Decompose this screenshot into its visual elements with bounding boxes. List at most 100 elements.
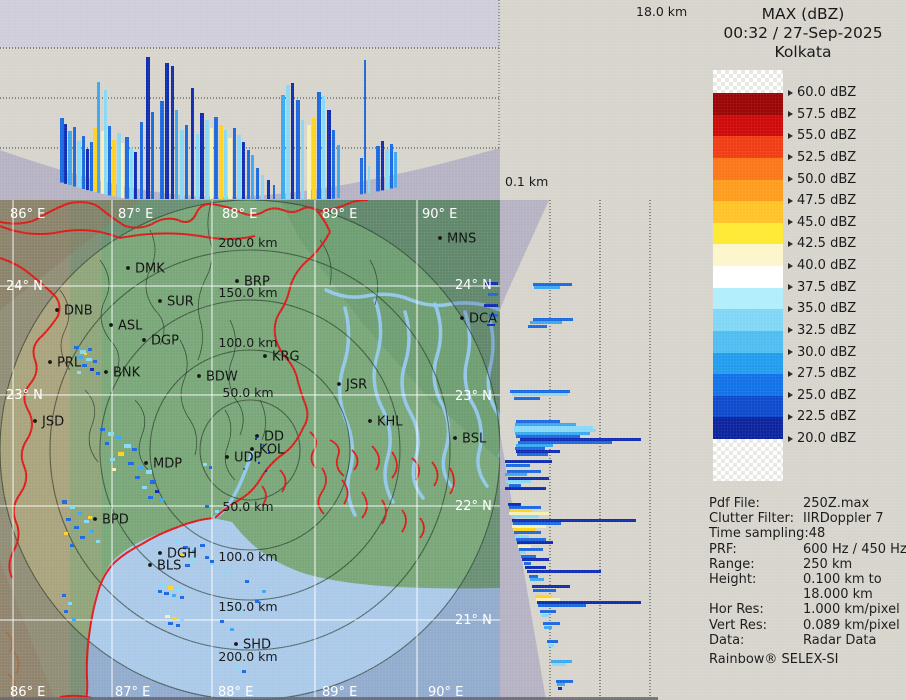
map-echo — [93, 360, 97, 363]
echo-column-bar — [376, 146, 380, 192]
range-ring-label: 100.0 km — [218, 335, 277, 350]
city-dot — [33, 419, 37, 423]
echo-column-bar — [108, 126, 111, 196]
echo-column-bar — [97, 82, 100, 193]
echo-column-bar — [171, 66, 174, 199]
triangle-marker-icon — [788, 111, 793, 118]
city-label: BSL — [462, 432, 487, 447]
map-echo — [105, 442, 109, 445]
range-ring-label: 200.0 km — [218, 235, 277, 250]
city-dot — [337, 382, 341, 386]
map-echo — [148, 496, 153, 499]
max-height-axis-label: 18.0 km — [636, 4, 688, 19]
map-echo — [160, 498, 164, 501]
range-ring-label: 50.0 km — [222, 385, 273, 400]
echo-column-bar — [134, 152, 137, 199]
city-dot — [158, 299, 162, 303]
city-dot — [109, 323, 113, 327]
echo-row-bar — [548, 644, 554, 647]
software-credit: Rainbow® SELEX-SI — [709, 651, 839, 667]
echo-column-bar — [360, 158, 363, 195]
city-dot — [255, 434, 259, 438]
echo-row-bar — [505, 487, 546, 490]
city-label: PRL — [57, 356, 82, 371]
dbz-value-text: 20.0 dBZ — [797, 431, 857, 446]
city-label: JSR — [345, 378, 367, 393]
dbz-value-text: 42.5 dBZ — [797, 236, 857, 252]
map-echo — [250, 632, 254, 635]
echo-column-bar — [68, 131, 72, 186]
latitude-label: 22° N — [455, 499, 492, 514]
city-label: DCA — [469, 312, 497, 327]
metadata-value: 1.000 km/pixel — [803, 602, 900, 618]
echo-column-bar — [104, 90, 107, 195]
echo-row-bar — [517, 541, 553, 544]
echo-column-bar — [165, 63, 169, 199]
echo-column-bar — [219, 125, 223, 199]
triangle-marker-icon — [788, 305, 793, 312]
legend-dbz-label: 27.5 dBZ — [788, 366, 856, 381]
legend-dbz-label: 32.5 dBZ — [788, 323, 856, 338]
echo-column-bar — [256, 168, 259, 199]
map-echo — [245, 580, 249, 583]
city-label: BDW — [206, 370, 238, 385]
legend-dbz-label: 37.5 dBZ — [788, 280, 856, 295]
echo-row-bar — [516, 420, 560, 423]
map-echo — [96, 372, 100, 375]
map-echo — [220, 620, 224, 623]
dbz-value-text: 22.5 dBZ — [797, 409, 857, 425]
metadata-value: 250 km — [803, 556, 853, 572]
map-echo — [100, 428, 105, 431]
map-echo — [88, 516, 92, 519]
city-label: JSD — [41, 415, 64, 430]
echo-column-bar — [368, 166, 370, 193]
latitude-label: 23° N — [455, 389, 492, 404]
city-dot — [148, 563, 152, 567]
map-echo — [62, 594, 66, 597]
map-echo — [176, 588, 181, 591]
echo-row-bar — [529, 575, 538, 578]
echo-column-bar — [146, 57, 150, 199]
metadata-row: Range: 250 km — [709, 557, 904, 572]
dbz-value-text: 45.0 dBZ — [797, 214, 857, 230]
metadata-label: Clutter Filter: — [709, 511, 794, 527]
echo-row-bar — [519, 548, 543, 551]
echo-row-bar — [509, 512, 549, 515]
city-label: BPD — [102, 513, 129, 528]
triangle-marker-icon — [788, 132, 793, 139]
city-label: KRG — [272, 350, 300, 365]
longitude-label: 90° E — [422, 207, 457, 222]
echo-column-bar — [185, 125, 188, 199]
echo-row-bar — [508, 477, 549, 480]
echo-row-bar — [506, 480, 531, 483]
echo-row-bar — [516, 444, 553, 447]
echo-column-bar — [247, 150, 250, 199]
city-dot — [263, 354, 267, 358]
echo-row-bar — [527, 570, 601, 573]
echo-row-bar — [552, 663, 566, 666]
map-echo — [172, 617, 177, 620]
legend-dbz-label: 35.0 dBZ — [788, 301, 856, 316]
echo-row-bar — [544, 626, 552, 629]
metadata-row: 18.000 km — [709, 587, 904, 602]
metadata-value: 18.000 km — [803, 587, 873, 603]
map-echo — [235, 666, 239, 669]
echo-column-bar — [224, 130, 227, 199]
echo-row-bar — [541, 614, 549, 617]
range-ring-label: 100.0 km — [218, 549, 277, 564]
metadata-row: Clutter Filter: IIRDoppler 7 — [709, 511, 904, 526]
legend-dbz-label: 60.0 dBZ — [788, 85, 856, 100]
echo-row-bar — [536, 598, 560, 601]
metadata-value: 250Z.max — [803, 496, 870, 511]
echo-row-bar — [505, 473, 527, 476]
map-echo — [265, 470, 267, 472]
city-dot — [368, 419, 372, 423]
map-echo — [172, 594, 176, 597]
echo-row-bar — [533, 283, 572, 286]
echo-column-bar — [60, 118, 64, 183]
city-label: DMK — [135, 262, 165, 277]
echo-row-bar — [528, 325, 547, 328]
map-echo — [68, 602, 72, 605]
echo-row-bar — [521, 555, 536, 558]
map-echo — [200, 544, 205, 547]
